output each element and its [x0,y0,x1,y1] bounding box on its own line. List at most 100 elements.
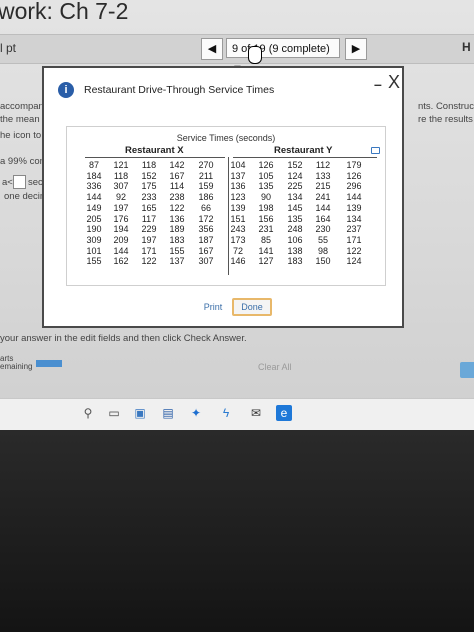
table-cell: 155 [86,256,102,267]
answer-input-field[interactable] [13,175,26,189]
table-cell: 183 [287,256,303,267]
table-cell: 122 [169,202,185,213]
service-times-dialog: i Restaurant Drive-Through Service Times… [42,66,404,328]
table-cell: 124 [287,170,303,181]
photos-icon[interactable]: ▣ [132,405,148,421]
done-button[interactable]: Done [232,298,272,316]
input-prefix-text: a< [2,177,13,188]
info-icon: i [58,82,74,98]
next-question-button[interactable]: ▶ [345,38,367,60]
table-cell: 164 [315,213,331,224]
table-cell: 135 [287,213,303,224]
table-cell: 307 [113,181,129,192]
previous-question-button[interactable]: ◀ [201,38,223,60]
table-cell: 118 [113,170,129,181]
close-button[interactable]: X [388,72,400,93]
table-cell: 151 [230,213,246,224]
restaurant-x-header: Restaurant X [125,145,184,156]
table-cell: 230 [315,224,331,235]
table-cell: 155 [169,245,185,256]
points-label: l pt [0,41,17,55]
table-cell: 243 [230,224,246,235]
table-cell: 144 [315,202,331,213]
table-cell: 162 [113,256,129,267]
table-cell: 123 [230,192,246,203]
table-cell: 104 [230,160,246,170]
table-cell: 171 [141,245,157,256]
table-cell: 307 [198,256,214,267]
table-cell: 138 [287,245,303,256]
print-button[interactable]: Print [196,298,230,316]
table-cell: 137 [169,256,185,267]
table-cell: 144 [346,192,362,203]
mail-icon[interactable]: ✉ [248,405,264,421]
search-icon[interactable]: ⚲ [80,405,96,421]
dropbox-icon[interactable]: ✦ [188,405,204,421]
taskbar: ⚲ ▭ ▣ ▤ ✦ ϟ ✉ e [0,398,474,430]
help-menu-label[interactable]: H [462,40,471,54]
table-cell: 187 [198,234,214,245]
table-cell: 172 [198,213,214,224]
table-cell: 136 [230,181,246,192]
remaining-label: emaining [0,362,33,371]
table-cell: 85 [260,234,271,245]
table-cell: 92 [115,192,126,203]
table-cell: 231 [258,224,274,235]
clear-all-button[interactable]: Clear All [258,362,292,372]
table-cell: 149 [86,202,102,213]
header-underline [85,157,225,158]
task-view-icon[interactable]: ▭ [106,405,122,421]
data-table-panel: Service Times (seconds) Restaurant X Res… [66,126,386,286]
table-cell: 296 [346,181,362,192]
table-cell: 237 [346,224,362,235]
table-cell: 142 [169,160,185,170]
table-cell: 135 [258,181,274,192]
table-cell: 139 [230,202,246,213]
table-cell: 118 [141,160,157,170]
table-cell: 165 [141,202,157,213]
monitor-bezel [0,430,474,632]
expand-icon[interactable] [371,147,380,154]
table-cell: 229 [141,224,157,235]
question-selector[interactable]: 9 of 19 (9 complete) ▼ [226,38,340,75]
table-cell: 144 [86,192,102,203]
edge-browser-icon[interactable]: e [276,405,292,421]
lightning-app-icon[interactable]: ϟ [218,405,234,421]
table-caption: Service Times (seconds) [176,133,276,143]
table-cell: 121 [113,160,129,170]
table-cell: 159 [198,181,214,192]
table-cell: 87 [88,160,99,170]
table-cell: 186 [198,192,214,203]
table-cell: 215 [315,181,331,192]
table-cell: 122 [141,256,157,267]
table-cell: 270 [198,160,214,170]
table-cell: 136 [169,213,185,224]
table-cell: 197 [141,234,157,245]
restaurant-y-header: Restaurant Y [274,145,333,156]
table-cell: 176 [113,213,129,224]
table-cell: 205 [86,213,102,224]
table-cell: 145 [287,202,303,213]
table-cell: 117 [141,213,157,224]
background-text: nts. Construc [418,101,474,112]
check-answer-button[interactable] [460,362,474,378]
table-cell: 167 [169,170,185,181]
table-cell: 209 [113,234,129,245]
table-cell: 152 [287,160,303,170]
table-cell: 194 [113,224,129,235]
table-cell: 90 [260,192,271,203]
table-cell: 124 [346,256,362,267]
table-cell: 248 [287,224,303,235]
monitor-screen: work: Ch 7-2 l pt ◀ 9 of 19 (9 complete)… [0,0,474,430]
table-cell: 98 [317,245,328,256]
instruction-text: your answer in the edit fields and then … [0,333,247,344]
table-cell: 309 [86,234,102,245]
table-cell: 139 [346,202,362,213]
table-cell: 152 [141,170,157,181]
table-cell: 134 [287,192,303,203]
table-cell: 122 [346,245,362,256]
table-cell: 114 [169,181,185,192]
store-icon[interactable]: ▤ [160,405,176,421]
minimize-button[interactable]: – [374,76,382,92]
table-cell: 144 [113,245,129,256]
